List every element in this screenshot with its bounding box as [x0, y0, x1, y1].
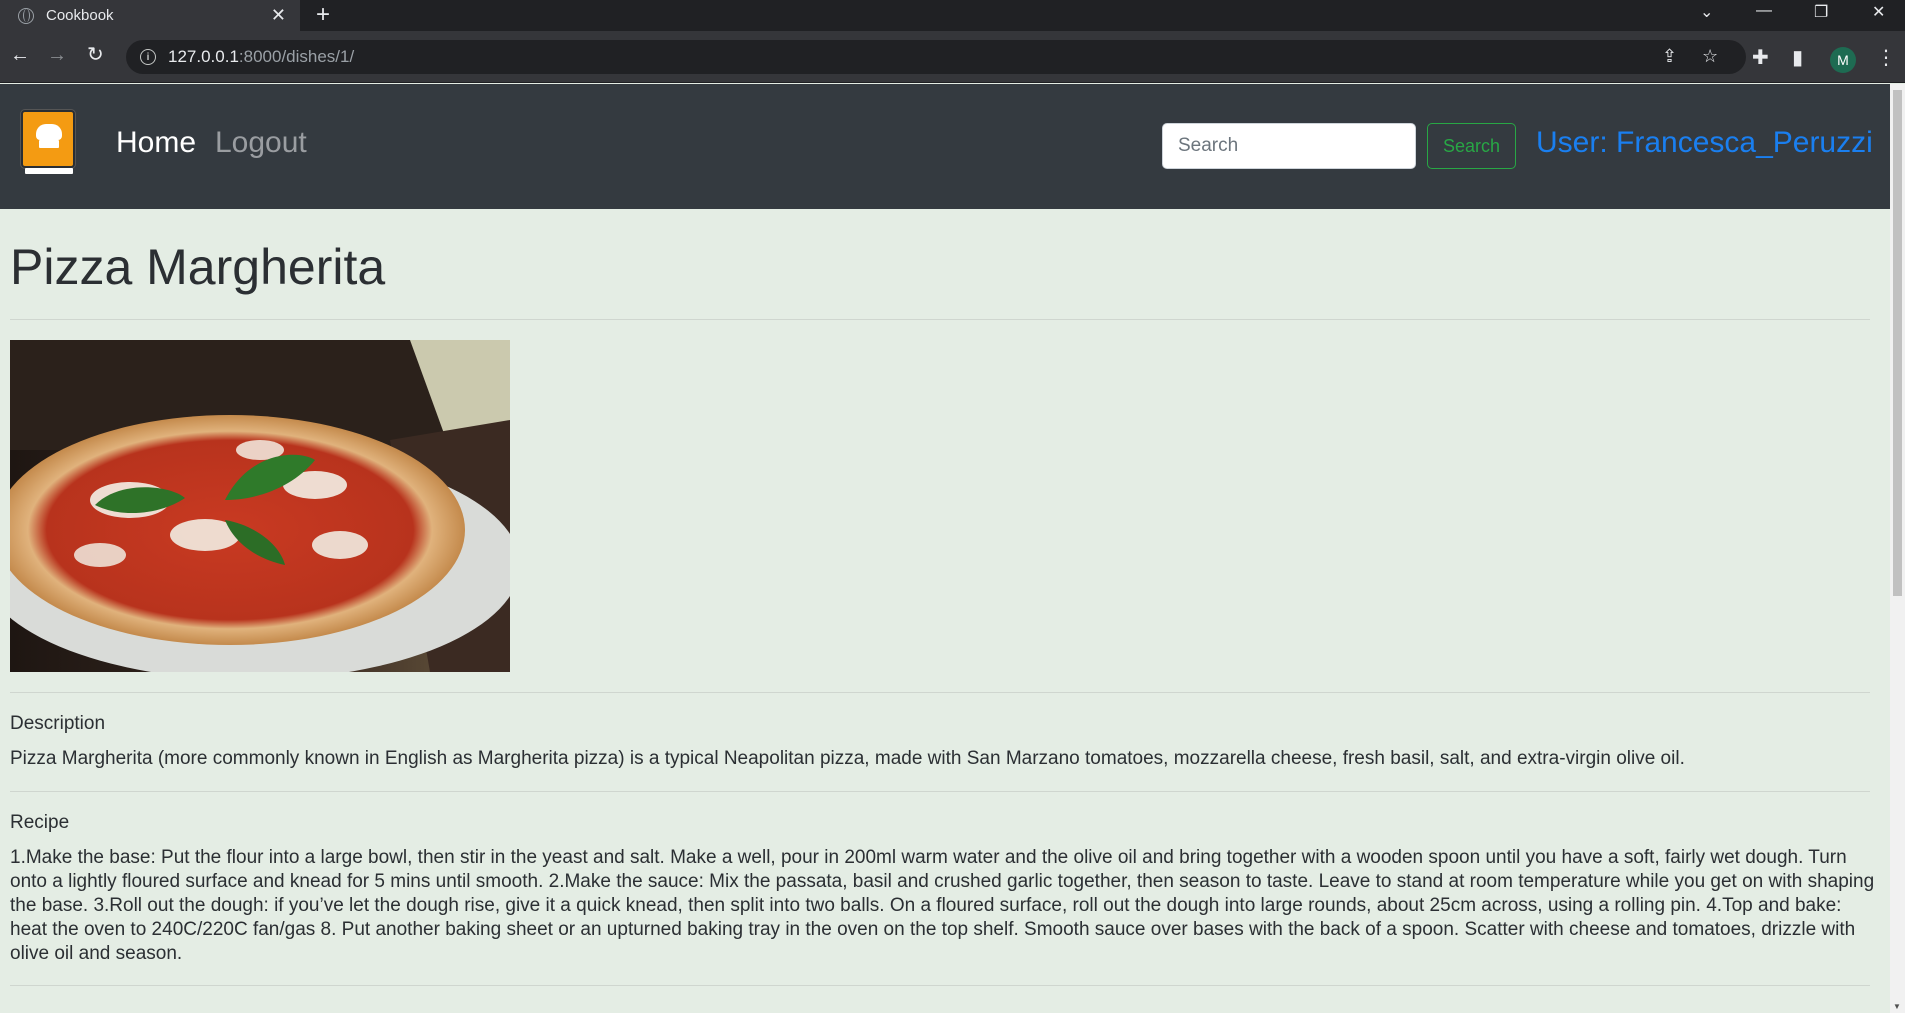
description-text: Pizza Margherita (more commonly known in… [10, 748, 1685, 769]
profile-avatar[interactable]: M [1830, 47, 1856, 73]
tab-close-icon[interactable]: ✕ [271, 5, 286, 25]
url-host: 127.0.0.1 [168, 47, 239, 66]
window-close-button[interactable]: ✕ [1872, 2, 1885, 22]
tab-title: Cookbook [46, 7, 114, 24]
browser-toolbar: ← → ↻ i 127.0.0.1:8000/dishes/1/ ⇪ ☆ [0, 31, 1905, 83]
scrollbar-thumb[interactable] [1893, 90, 1902, 596]
description-label: Description [10, 713, 106, 734]
side-panel-icon[interactable]: ▮ [1792, 45, 1803, 70]
reload-icon[interactable]: ↻ [87, 44, 104, 66]
bookmark-star-icon[interactable]: ☆ [1702, 46, 1718, 67]
nav-logout-link[interactable]: Logout [215, 126, 307, 160]
minimize-button[interactable]: — [1756, 2, 1772, 20]
search-input[interactable] [1162, 123, 1416, 169]
tab-search-icon[interactable]: ⌄ [1700, 2, 1713, 22]
divider [10, 985, 1870, 986]
recipe-text: 1.Make the base: Put the flour into a la… [10, 847, 1875, 964]
new-tab-button[interactable]: + [316, 2, 330, 28]
recipe-label: Recipe [10, 812, 70, 833]
globe-icon [18, 7, 34, 24]
maximize-button[interactable]: ❐ [1814, 2, 1828, 22]
dish-title: Pizza Margherita [10, 239, 386, 295]
current-user-link[interactable]: User: Francesca_Peruzzi [1536, 126, 1873, 160]
share-icon[interactable]: ⇪ [1662, 46, 1677, 67]
dish-image [10, 340, 510, 672]
browser-tab[interactable]: Cookbook ✕ [0, 0, 300, 31]
browser-menu-icon[interactable]: ⋮ [1876, 45, 1896, 70]
back-arrow-icon[interactable]: ← [10, 44, 30, 66]
divider [10, 692, 1870, 693]
site-navbar: Home Logout Search User: Francesca_Peruz… [0, 84, 1890, 209]
nav-home-link[interactable]: Home [116, 126, 196, 160]
scroll-down-arrow-icon[interactable]: ▼ [1893, 1002, 1901, 1011]
cookbook-logo-icon[interactable] [21, 110, 75, 174]
url-path: :8000/dishes/1/ [238, 47, 355, 66]
page-scrollbar[interactable]: ▼ [1890, 84, 1905, 1013]
address-bar[interactable]: i 127.0.0.1:8000/dishes/1/ ⇪ ☆ [126, 40, 1746, 74]
divider [10, 791, 1870, 792]
extensions-puzzle-icon[interactable]: ✚ [1752, 45, 1769, 70]
forward-arrow-icon[interactable]: → [47, 44, 67, 66]
site-info-icon[interactable]: i [140, 49, 156, 65]
search-button[interactable]: Search [1427, 123, 1516, 169]
browser-tab-strip: Cookbook ✕ + ⌄ — ❐ ✕ [0, 0, 1905, 31]
divider [10, 319, 1870, 320]
